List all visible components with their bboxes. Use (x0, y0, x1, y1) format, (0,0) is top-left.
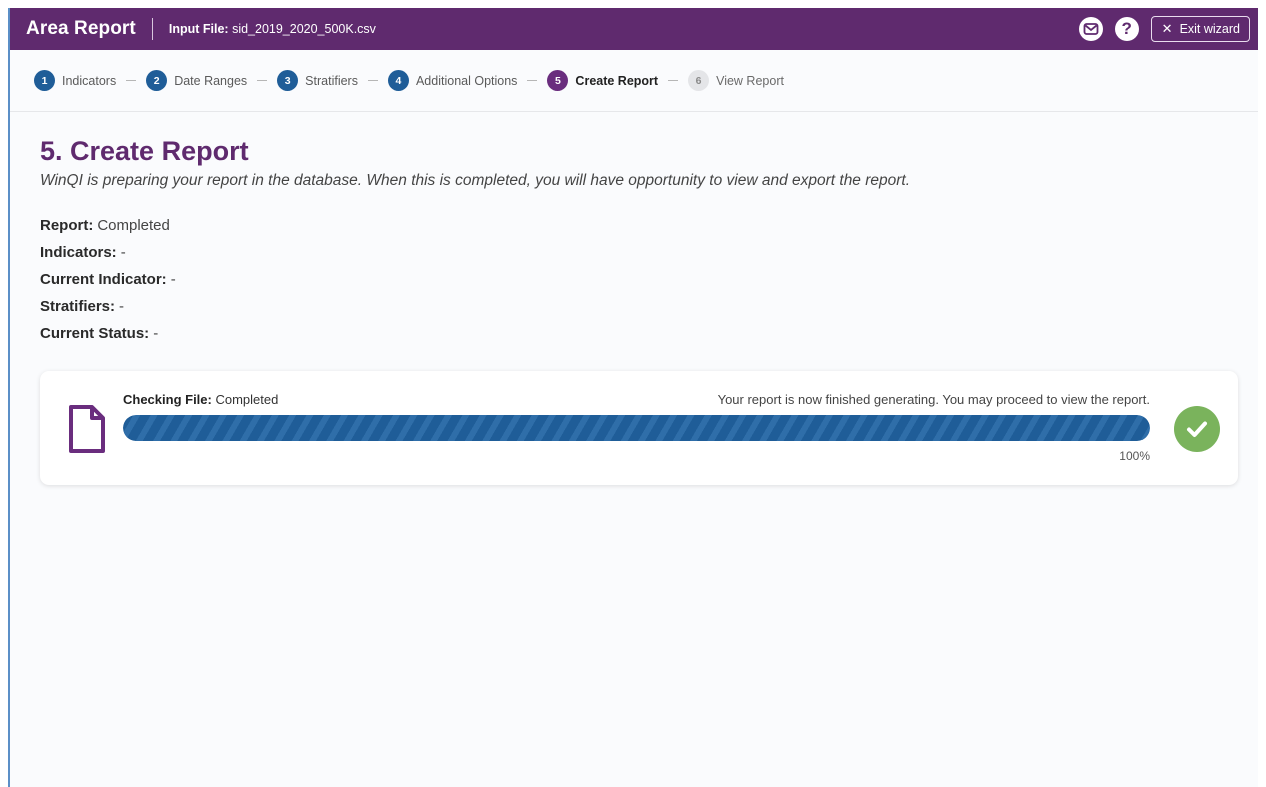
info-row: Current Status: - (40, 320, 1258, 347)
step-date-ranges[interactable]: 2 Date Ranges (146, 70, 247, 91)
info-key: Stratifiers: (40, 298, 116, 315)
info-value: Completed (97, 217, 170, 234)
step-label: Create Report (575, 73, 659, 88)
step-number: 6 (688, 70, 710, 91)
report-info: Report: Completed Indicators: - Current Indi… (40, 212, 1258, 347)
input-file-label: Input File: (168, 22, 229, 36)
title-bar: Area Report Input File: sid_2019_2020_50… (10, 8, 1258, 50)
step-label: Stratifiers (305, 73, 358, 88)
progress-bar (123, 415, 1150, 441)
input-file-info: Input File: sid_2019_2020_500K.csv (169, 22, 376, 36)
step-number: 1 (34, 70, 55, 91)
progress-message: Your report is now finished generating. … (717, 392, 1150, 407)
info-row: Current Indicator: - (40, 266, 1258, 293)
info-value: - (119, 298, 125, 315)
step-view-report: 6 View Report (688, 70, 784, 91)
progress-percent: 100% (1119, 449, 1150, 463)
info-key: Current Indicator: (40, 271, 167, 288)
step-label: Indicators (62, 73, 117, 88)
step-additional-options[interactable]: 4 Additional Options (387, 70, 518, 91)
info-value: - (170, 271, 176, 288)
progress-label: Checking File: Completed (123, 392, 278, 407)
progress-card: Checking File: Completed Your report is … (40, 371, 1238, 485)
app-title: Area Report (26, 18, 136, 39)
step-connector (367, 80, 378, 81)
step-label: View Report (716, 73, 784, 88)
wizard-stepper: 1 Indicators 2 Date Ranges 3 Stratifiers 4 Addi… (10, 50, 1258, 112)
close-icon: ✕ (1161, 21, 1173, 36)
step-number: 3 (277, 70, 299, 91)
info-key: Indicators: (40, 244, 117, 261)
step-connector (668, 80, 679, 81)
progress-label-key: Checking File: (123, 392, 212, 407)
info-row: Indicators: - (40, 239, 1258, 266)
page-title: 5. Create Report (40, 136, 249, 166)
input-file-value: sid_2019_2020_500K.csv (232, 22, 376, 36)
step-indicators[interactable]: 1 Indicators (34, 70, 116, 91)
exit-wizard-button[interactable]: ✕ Exit wizard (1150, 16, 1250, 42)
mail-icon[interactable] (1078, 17, 1103, 41)
help-icon[interactable]: ? (1114, 17, 1139, 41)
step-stratifiers[interactable]: 3 Stratifiers (277, 70, 358, 91)
check-circle-icon (1174, 406, 1220, 452)
progress-bar-fill (123, 415, 1150, 441)
info-row: Report: Completed (40, 212, 1258, 239)
info-value: - (153, 325, 159, 342)
info-value: - (120, 244, 126, 261)
check-mark-glyph (1187, 421, 1207, 437)
info-key: Current Status: (40, 325, 150, 342)
step-label: Date Ranges (174, 73, 248, 88)
mail-icon-glyph (1083, 23, 1099, 35)
file-icon (69, 405, 105, 453)
step-connector (527, 80, 538, 81)
step-connector (257, 80, 268, 81)
exit-wizard-label: Exit wizard (1179, 22, 1240, 36)
page-subtitle: WinQI is preparing your report in the da… (40, 172, 911, 189)
app-window: Area Report Input File: sid_2019_2020_50… (8, 8, 1258, 787)
progress-status: Completed (215, 392, 279, 407)
main-content: 5. Create Report WinQI is preparing your… (10, 112, 1258, 347)
title-divider (151, 18, 153, 40)
info-key: Report: (40, 217, 94, 234)
step-number: 2 (146, 70, 168, 91)
step-number: 5 (547, 70, 569, 91)
info-row: Stratifiers: - (40, 293, 1258, 320)
step-connector (126, 80, 137, 81)
step-label: Additional Options (415, 73, 518, 88)
step-create-report: 5 Create Report (547, 70, 658, 91)
step-number: 4 (387, 70, 409, 91)
